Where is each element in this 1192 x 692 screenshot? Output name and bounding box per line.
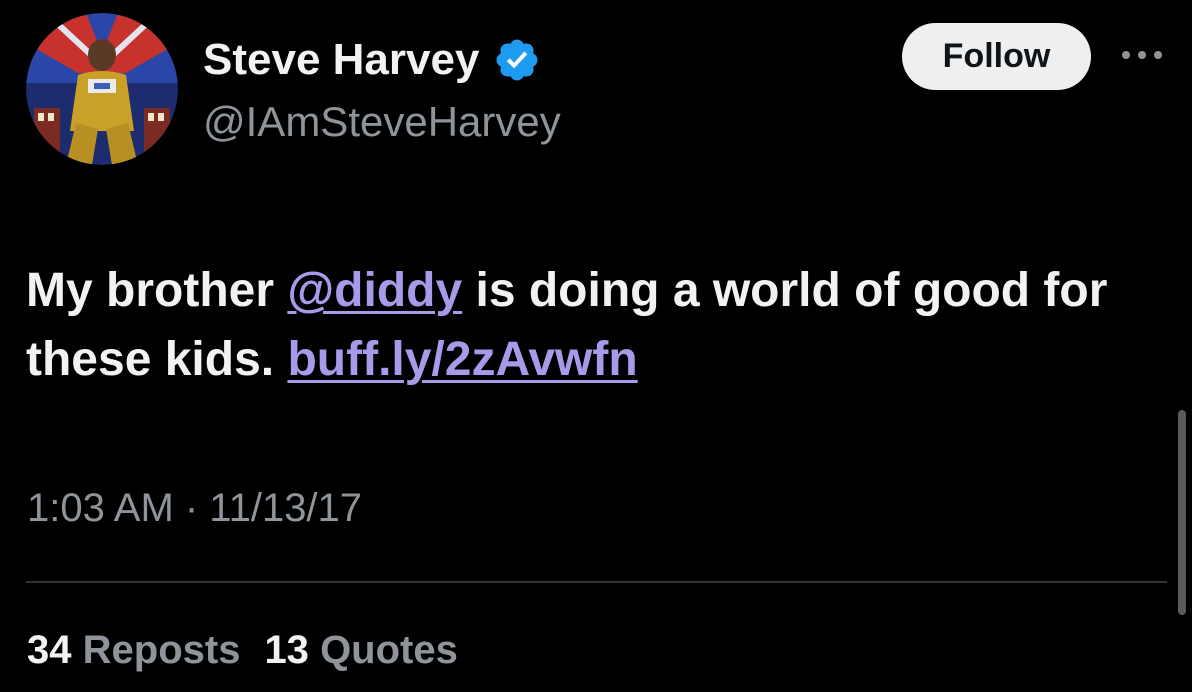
engagement-stats: 34 Reposts 13 Quotes	[27, 622, 482, 678]
quotes-label: Quotes	[320, 628, 458, 672]
avatar-image	[26, 13, 178, 165]
author-handle[interactable]: @IAmSteveHarvey	[203, 96, 561, 148]
avatar[interactable]	[26, 13, 178, 165]
scrollbar[interactable]	[1178, 410, 1186, 615]
tweet-text-part: My brother	[26, 264, 288, 317]
follow-button[interactable]: Follow	[902, 23, 1091, 90]
author-display-name-row[interactable]: Steve Harvey	[203, 34, 541, 86]
reposts-label: Reposts	[82, 628, 241, 672]
mention-link[interactable]: @diddy	[287, 264, 462, 317]
tweet-text: My brother @diddy is doing a world of go…	[26, 256, 1146, 394]
author-display-name[interactable]: Steve Harvey	[203, 34, 479, 86]
reposts-count: 34	[27, 628, 72, 672]
quotes-count: 13	[264, 628, 309, 672]
external-link[interactable]: buff.ly/2zAvwfn	[287, 333, 637, 386]
more-horizontal-icon[interactable]	[1114, 38, 1170, 72]
verified-badge-icon[interactable]	[493, 36, 541, 84]
divider	[26, 581, 1167, 583]
reposts-stat[interactable]: 34 Reposts	[27, 622, 240, 678]
tweet-timestamp[interactable]: 1:03 AM · 11/13/17	[27, 480, 362, 536]
quotes-stat[interactable]: 13 Quotes	[264, 622, 457, 678]
